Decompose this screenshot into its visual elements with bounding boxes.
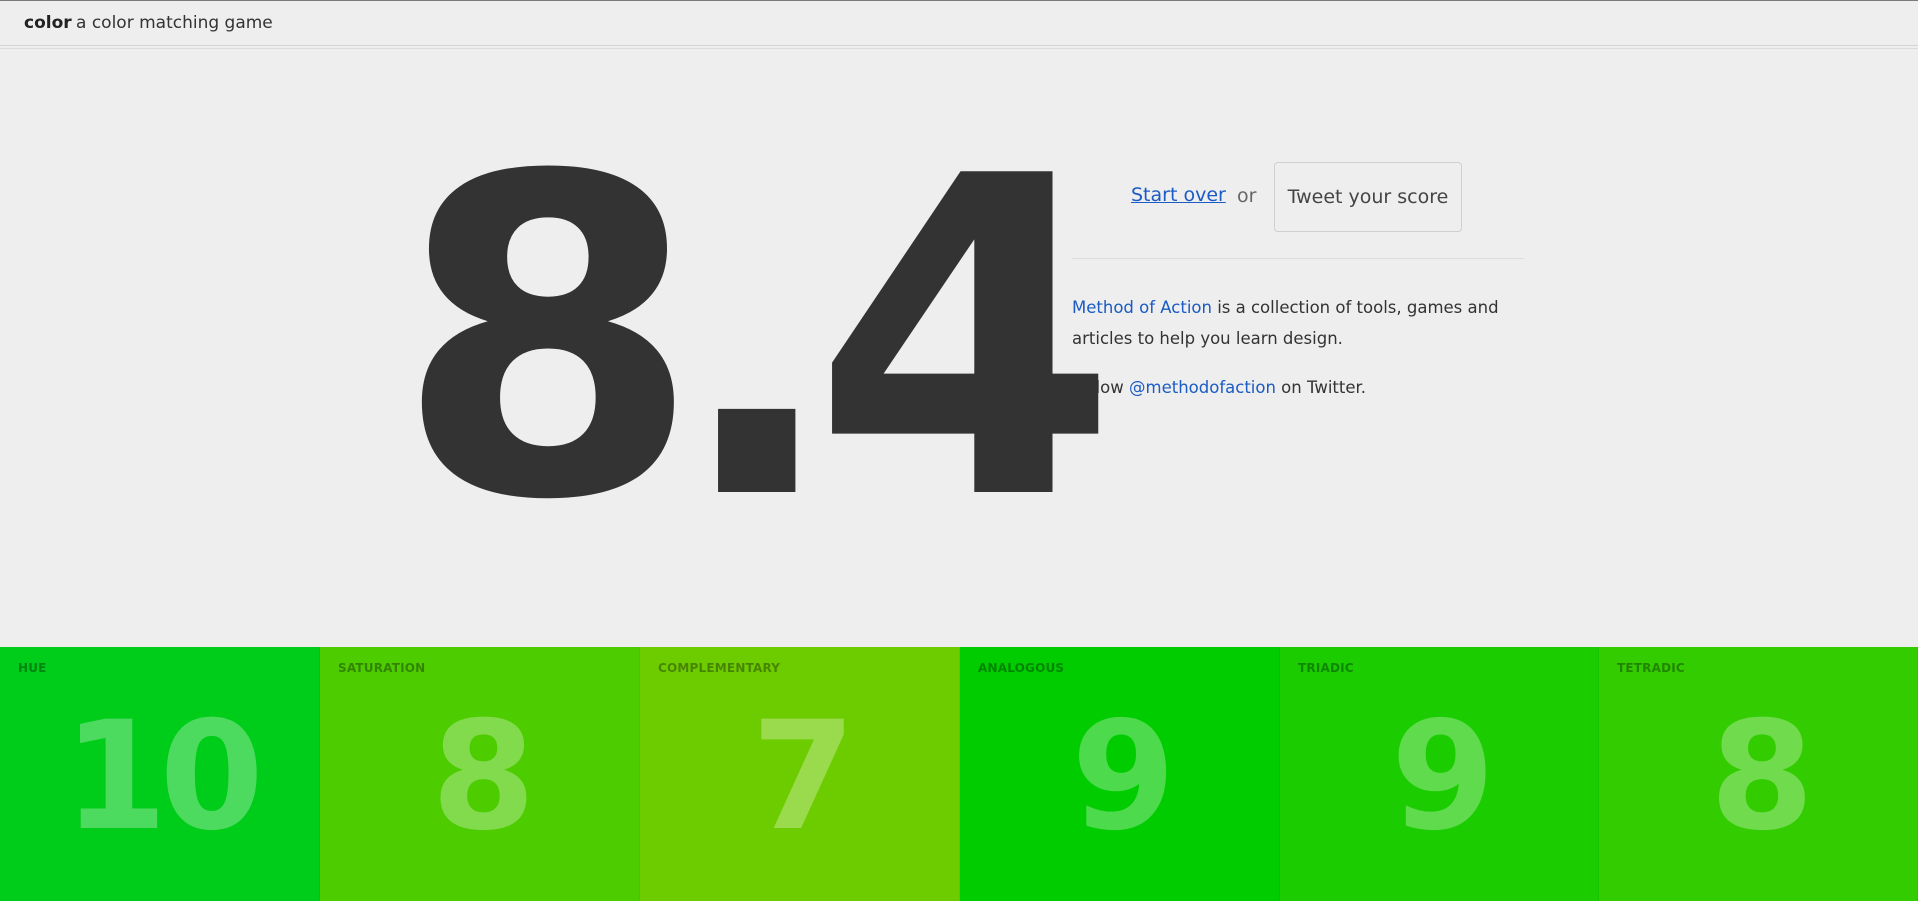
tile-analogous: ANALOGOUS 9: [960, 647, 1280, 901]
section-divider: [1072, 258, 1524, 259]
follow-text: Follow @methodofaction on Twitter.: [1072, 372, 1532, 403]
header-divider: [0, 48, 1918, 49]
tile-tetradic: TETRADIC 8: [1599, 647, 1918, 901]
tile-label: HUE: [18, 661, 47, 675]
tile-score: 7: [751, 690, 855, 864]
tile-label: COMPLEMENTARY: [658, 661, 781, 675]
tweet-score-button[interactable]: Tweet your score: [1274, 162, 1462, 232]
or-separator: or: [1237, 185, 1257, 207]
tile-score: 8: [1709, 690, 1814, 864]
start-over-link[interactable]: Start over: [1131, 184, 1226, 206]
tile-hue: HUE 10: [0, 647, 320, 901]
tile-label: TETRADIC: [1617, 661, 1685, 675]
tile-complementary: COMPLEMENTARY 7: [640, 647, 960, 901]
total-score: 8.4: [395, 84, 1118, 596]
score-actions: Start over or Tweet your score: [1072, 162, 1522, 232]
brand-logo[interactable]: color: [24, 13, 72, 33]
category-scores: HUE 10 SATURATION 8 COMPLEMENTARY 7 ANAL…: [0, 647, 1918, 901]
tile-score: 8: [431, 690, 535, 864]
top-bar: color a color matching game: [0, 0, 1918, 46]
method-of-action-link[interactable]: Method of Action: [1072, 298, 1212, 317]
tile-label: SATURATION: [338, 661, 426, 675]
follow-suffix: on Twitter.: [1275, 378, 1367, 397]
follow-prefix: Follow: [1072, 378, 1130, 397]
tile-label: TRIADIC: [1298, 661, 1354, 675]
twitter-handle-link[interactable]: @methodofaction: [1129, 378, 1276, 397]
tagline: a color matching game: [76, 13, 273, 33]
about-text: Method of Action is a collection of tool…: [1072, 292, 1532, 354]
tile-triadic: TRIADIC 9: [1280, 647, 1599, 901]
tile-saturation: SATURATION 8: [320, 647, 640, 901]
tile-score: 9: [1390, 690, 1495, 864]
tile-score: 9: [1071, 690, 1175, 864]
tile-label: ANALOGOUS: [978, 661, 1065, 675]
tile-score: 10: [63, 690, 264, 864]
